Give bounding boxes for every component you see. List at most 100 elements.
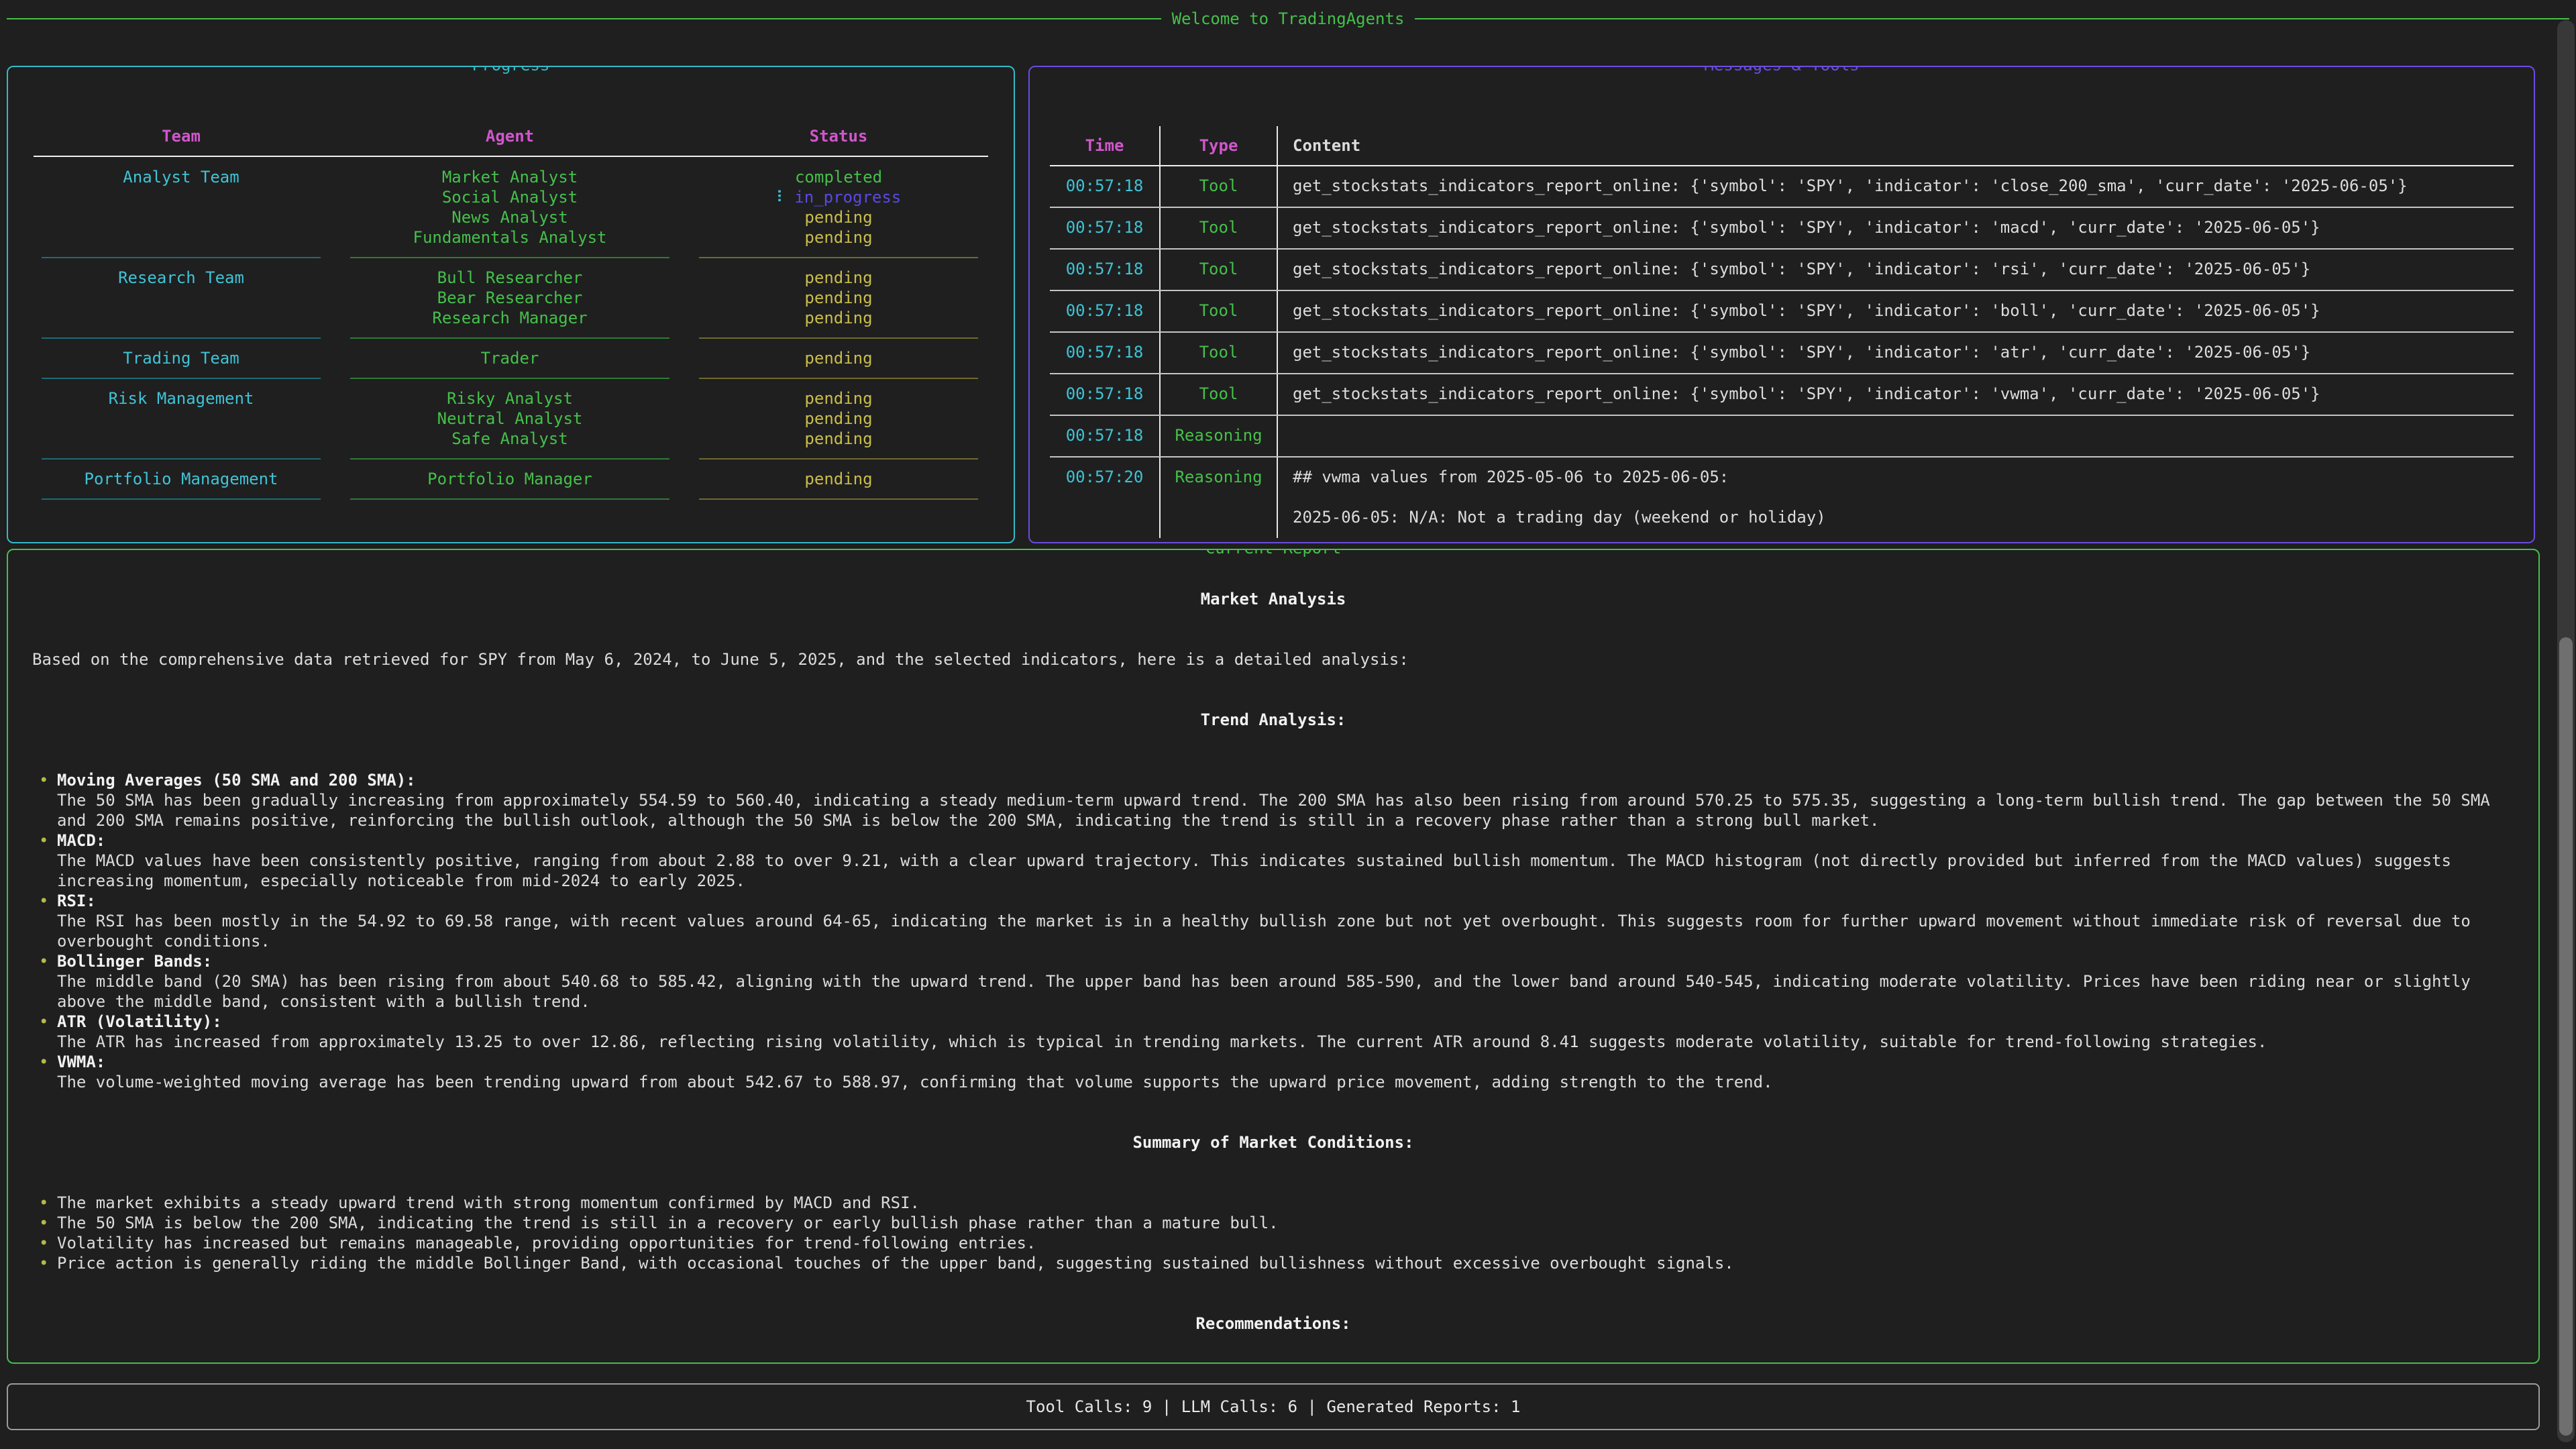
group-separator [34, 328, 988, 348]
report-bullet-item: •Bollinger Bands:The middle band (20 SMA… [32, 951, 2514, 1012]
sep-agent [350, 337, 669, 358]
sep-agent [350, 257, 669, 277]
message-time: 00:57:18 [1050, 250, 1161, 290]
message-time: 00:57:18 [1050, 333, 1161, 373]
message-content: get_stockstats_indicators_report_online:… [1278, 333, 2514, 373]
message-type: Reasoning [1161, 458, 1278, 538]
report-bullet-item: • MACD:The MACD values have been consiste… [32, 830, 2514, 891]
sep-status [699, 498, 978, 519]
sep-status [699, 337, 978, 358]
top-panels-row: Progress Team Agent Status Analyst Team M… [7, 66, 2569, 543]
report-bullet-item: •RSI:The RSI has been mostly in the 54.9… [32, 891, 2514, 951]
sep-status [699, 458, 978, 478]
team-cell: Analyst Team [34, 167, 329, 248]
bullet-term: MACD: [57, 830, 2514, 851]
column-header-agent: Agent [342, 126, 678, 146]
bullet-icon: • [39, 891, 48, 911]
bullet-text: The middle band (20 SMA) has been rising… [57, 971, 2514, 1012]
bullet-text: The 50 SMA has been gradually increasing… [57, 790, 2514, 830]
message-time: 00:57:18 [1050, 166, 1161, 207]
agent-name: Bear Researcher [342, 288, 678, 308]
scrollbar-track[interactable] [2557, 20, 2575, 1442]
agent-status: pending [691, 207, 986, 227]
message-row: 00:57:18Toolget_stockstats_indicators_re… [1050, 291, 2514, 333]
agent-name: Safe Analyst [342, 429, 678, 449]
message-row: 00:57:18Toolget_stockstats_indicators_re… [1050, 374, 2514, 416]
sep-team [42, 257, 321, 277]
report-bullet-item: • Volatility has increased but remains ma… [32, 1233, 2514, 1253]
message-type: Tool [1161, 166, 1278, 207]
messages-panel-title: Messages & Tools [1695, 66, 1868, 74]
report-bullet-item: •Moving Averages (50 SMA and 200 SMA):Th… [32, 770, 2514, 830]
column-header-status: Status [691, 126, 986, 146]
bullet-text: Price action is generally riding the mid… [57, 1253, 2514, 1273]
message-content: ## vwma values from 2025-05-06 to 2025-0… [1278, 458, 2514, 538]
message-content: get_stockstats_indicators_report_online:… [1278, 250, 2514, 290]
bullet-text: The ATR has increased from approximately… [57, 1032, 2514, 1052]
message-type: Tool [1161, 374, 1278, 415]
app-title: Welcome to TradingAgents [1172, 9, 1405, 28]
agent-name: Fundamentals Analyst [342, 227, 678, 248]
group-separator [34, 248, 988, 268]
message-time: 00:57:18 [1050, 291, 1161, 331]
message-type: Tool [1161, 291, 1278, 331]
messages-table-header: Time Type Content [1050, 67, 2514, 166]
agent-cell: Market AnalystSocial AnalystNews Analyst… [342, 167, 678, 248]
report-sections: Trend Analysis:•Moving Averages (50 SMA … [32, 710, 2514, 1364]
agent-name: Social Analyst [342, 187, 678, 207]
progress-table-body: Analyst Team Market AnalystSocial Analyst… [34, 157, 988, 509]
progress-table: Team Agent Status Analyst Team Market Ana… [8, 67, 1014, 509]
sep-status [699, 378, 978, 398]
bullet-text: The 50 SMA is below the 200 SMA, indicat… [57, 1213, 2514, 1233]
messages-table: Time Type Content 00:57:18Toolget_stocks… [1030, 67, 2534, 538]
report-bullet-item: • The 50 SMA is below the 200 SMA, indica… [32, 1213, 2514, 1233]
agent-name: Research Manager [342, 308, 678, 328]
message-row: 00:57:18Reasoning [1050, 416, 2514, 458]
report-bullet-list: • The market exhibits a steady upward tre… [32, 1193, 2514, 1273]
bullet-icon: • [39, 1213, 48, 1233]
message-row: 00:57:18Toolget_stockstats_indicators_re… [1050, 333, 2514, 374]
message-type: Tool [1161, 250, 1278, 290]
group-separator [34, 489, 988, 509]
column-header-team: Team [34, 126, 329, 146]
report-bullet-item: •ATR (Volatility):The ATR has increased … [32, 1012, 2514, 1052]
sep-status [699, 257, 978, 277]
report-section-heading: Recommendations: [32, 1313, 2514, 1334]
spinner-icon: ⠇ [776, 188, 788, 207]
message-content: get_stockstats_indicators_report_online:… [1278, 166, 2514, 207]
message-type: Reasoning [1161, 416, 1278, 456]
progress-table-header: Team Agent Status [34, 67, 988, 146]
bullet-icon: • [39, 1193, 48, 1213]
bullet-text: The market exhibits a steady upward tren… [57, 1193, 2514, 1213]
column-header-type: Type [1161, 126, 1278, 165]
report-panel-title: Current Report [1196, 549, 1350, 557]
message-row: 00:57:20Reasoning## vwma values from 202… [1050, 458, 2514, 538]
agent-status: pending [691, 288, 986, 308]
bullet-icon: • [39, 1052, 48, 1072]
bullet-text: The MACD values have been consistently p… [57, 851, 2514, 891]
bullet-text: The RSI has been mostly in the 54.92 to … [57, 911, 2514, 951]
agent-status: ⠇in_progress [691, 187, 986, 207]
bullet-icon: • [39, 1233, 48, 1253]
bullet-icon: • [39, 1012, 48, 1032]
rule-line-left [7, 18, 1161, 19]
column-header-content: Content [1278, 126, 2514, 165]
bullet-text: Volatility has increased but remains man… [57, 1233, 2514, 1253]
progress-panel-title: Progress [463, 66, 559, 74]
sep-agent [350, 458, 669, 478]
agent-status: pending [691, 308, 986, 328]
bullet-term: Moving Averages (50 SMA and 200 SMA): [57, 770, 2514, 790]
bullet-icon: • [39, 951, 48, 971]
tradingagents-app: Welcome to TradingAgents Progress Team A… [0, 0, 2576, 1449]
sep-agent [350, 498, 669, 519]
team-name: Analyst Team [34, 167, 329, 187]
agent-name: Market Analyst [342, 167, 678, 187]
bullet-icon: • [39, 830, 48, 851]
group-separator [34, 368, 988, 388]
message-row: 00:57:18Toolget_stockstats_indicators_re… [1050, 208, 2514, 250]
scrollbar-thumb[interactable] [2559, 637, 2573, 1436]
message-time: 00:57:18 [1050, 416, 1161, 456]
sep-team [42, 498, 321, 519]
agent-status: completed [691, 167, 986, 187]
report-section-heading: Summary of Market Conditions: [32, 1132, 2514, 1152]
